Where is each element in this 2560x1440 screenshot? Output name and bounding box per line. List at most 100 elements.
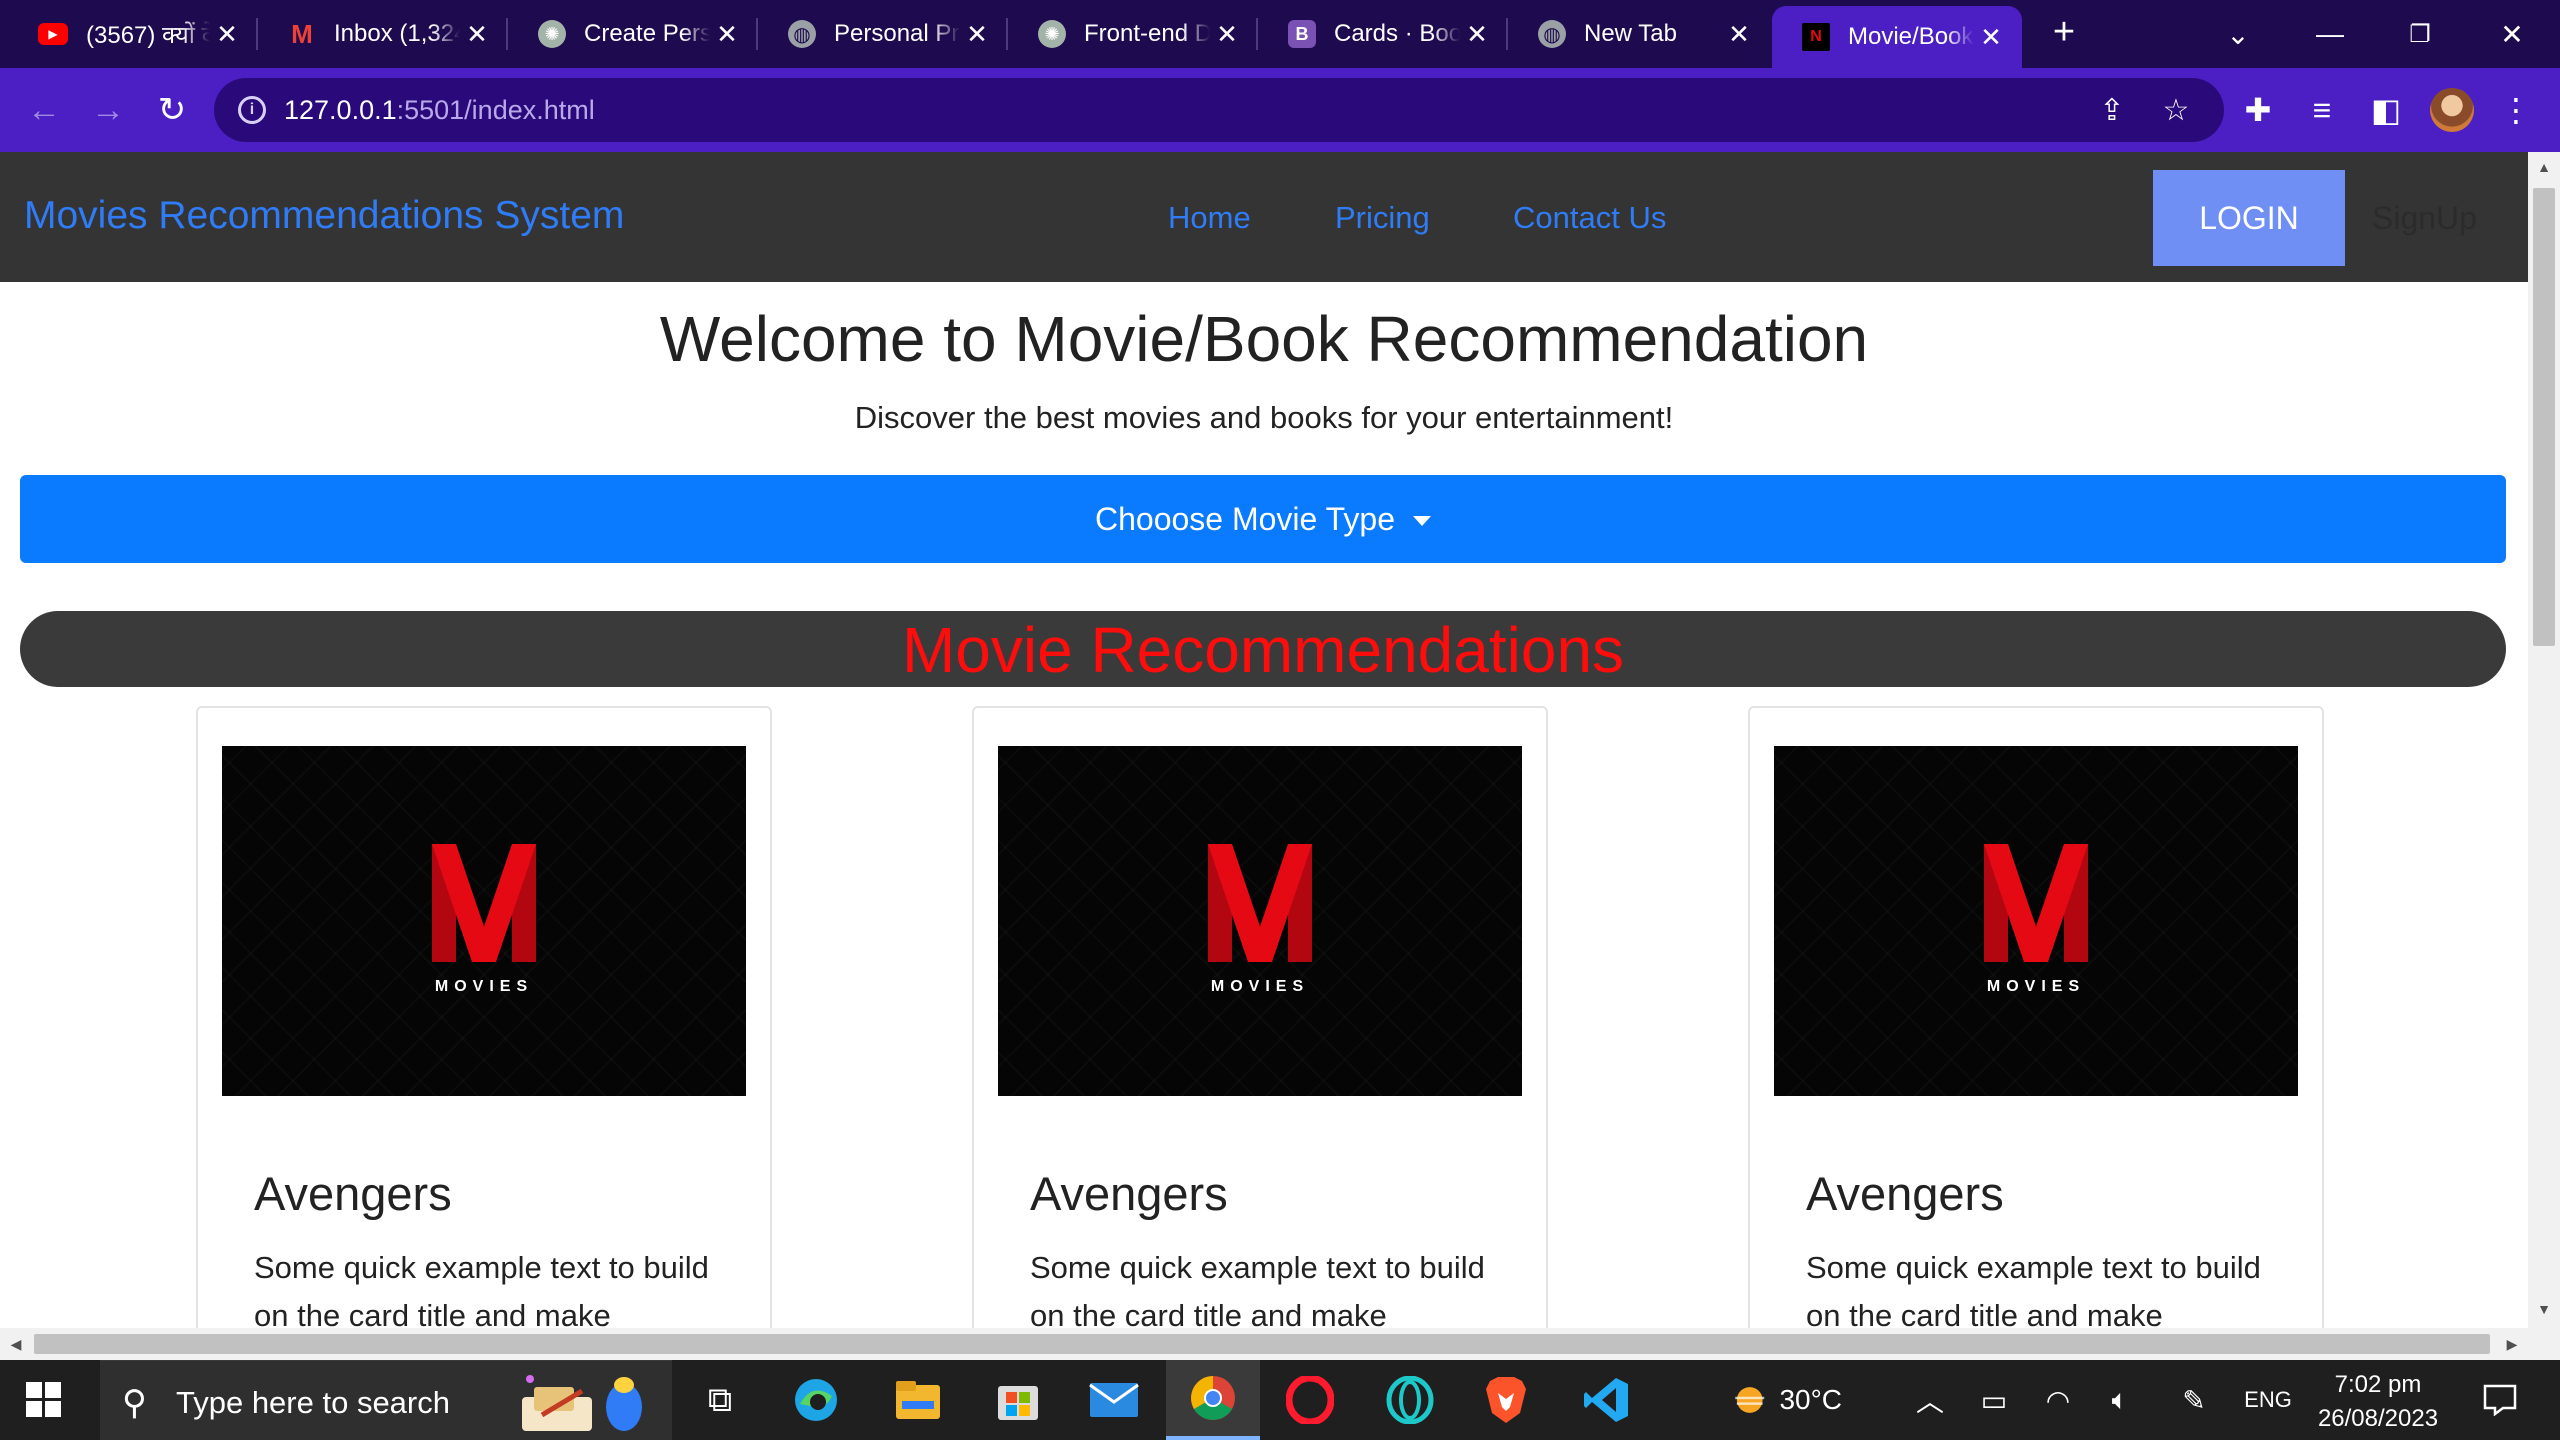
vertical-scroll-thumb[interactable] [2533,188,2555,646]
pen-icon[interactable]: ✎ [2172,1360,2216,1440]
browser-tab[interactable]: ✺ Front-end Dev ✕ [1008,6,1258,62]
nav-link-home[interactable]: Home [1168,200,1251,236]
close-window-button[interactable]: ✕ [2482,10,2542,58]
opera-browser-icon[interactable] [1284,1374,1336,1426]
mail-icon[interactable] [1088,1374,1140,1426]
back-arrow-icon[interactable]: ← [20,86,68,134]
reload-icon[interactable]: ↻ [148,86,196,134]
scroll-down-arrow-icon[interactable]: ▼ [2528,1294,2560,1324]
logo-text: MOVIES [434,978,534,995]
scroll-left-arrow-icon[interactable]: ◀ [0,1328,32,1360]
browser-tab[interactable]: ▶ (3567) क्यों दे ✕ [8,6,258,62]
netflix-icon: N [1802,23,1830,51]
battery-icon[interactable]: ▭ [1972,1360,2016,1440]
card-image: MOVIES [998,746,1522,1096]
search-placeholder: Type here to search [176,1385,450,1420]
tab-title: Personal Project [834,20,960,47]
close-tab-icon[interactable]: ✕ [460,17,494,51]
close-tab-icon[interactable]: ✕ [1460,17,1494,51]
nav-link-contact[interactable]: Contact Us [1513,200,1666,236]
signup-link[interactable]: SignUp [2372,200,2477,237]
browser-tab[interactable]: ◍ New Tab ✕ [1508,6,1770,62]
task-view-icon[interactable]: ⧉ [694,1374,746,1426]
browser-tab[interactable]: ✺ Create Personal ✕ [508,6,758,62]
page-subtitle: Discover the best movies and books for y… [854,400,1674,435]
sunny-weather-icon [1735,1387,1765,1413]
close-tab-icon[interactable]: ✕ [710,17,744,51]
logo-text: MOVIES [1210,978,1310,995]
browser-tab-strip: ▶ (3567) क्यों दे ✕ M Inbox (1,324 ✕ ✺ C… [0,0,2560,68]
movie-card: MOVIES Avengers Some quick example text … [196,706,772,1328]
microsoft-store-icon[interactable] [992,1374,1044,1426]
wifi-icon[interactable]: ◠ [2036,1360,2080,1440]
globe-icon: ◍ [1538,20,1566,48]
tab-title: New Tab [1584,20,1677,47]
share-icon[interactable]: ⇪ [2094,92,2130,128]
side-panel-icon[interactable]: ◧ [2364,88,2408,132]
taskbar-clock[interactable]: 7:02 pm 26/08/2023 [2308,1368,2448,1436]
login-button[interactable]: LOGIN [2153,170,2345,266]
browser-tab-active[interactable]: N Movie/Book ✕ [1772,6,2022,68]
notifications-icon[interactable] [2474,1360,2526,1440]
card-text: Some quick example text to build on the … [254,1250,709,1328]
input-language-indicator[interactable]: ENG [2240,1360,2296,1440]
movie-type-dropdown[interactable]: Chooose Movie Type [20,475,2506,563]
vscode-icon[interactable] [1580,1374,1632,1426]
bookmark-star-icon[interactable]: ☆ [2158,92,2194,128]
close-tab-icon[interactable]: ✕ [1210,17,1244,51]
address-bar[interactable]: i 127.0.0.1:5501/index.html ⇪ ☆ [214,78,2224,142]
weather-temperature: 30°C [1779,1384,1842,1415]
profile-avatar[interactable] [2430,88,2474,132]
weather-widget[interactable]: 30°C [1732,1360,1842,1440]
card-title: Avengers [254,1167,452,1220]
site-brand-link[interactable]: Movies Recommendations System [24,194,624,238]
globe-icon: ◍ [788,20,816,48]
scroll-right-arrow-icon[interactable]: ▶ [2496,1328,2528,1360]
url-host: 127.0.0.1 [284,95,397,125]
show-hidden-icons-chevron-icon[interactable]: ︿ [1910,1360,1950,1440]
opera-gx-browser-icon[interactable] [1384,1374,1436,1426]
menu-kebab-icon[interactable]: ⋮ [2494,88,2538,132]
reading-list-icon[interactable]: ≡ [2300,88,2344,132]
forward-arrow-icon[interactable]: → [84,86,132,134]
card-text: Some quick example text to build on the … [1806,1250,2261,1328]
chatgpt-icon: ✺ [1038,20,1066,48]
file-explorer-icon[interactable] [892,1374,944,1426]
tab-title: Inbox (1,324 [334,20,460,47]
tab-title: Front-end Dev [1084,20,1210,47]
close-tab-icon[interactable]: ✕ [960,17,994,51]
restore-button[interactable]: ❐ [2390,10,2450,58]
logo-text: MOVIES [1986,978,2086,995]
tab-title: Movie/Book [1848,23,1974,50]
volume-icon[interactable]: 🔈︎ [2098,1360,2142,1440]
close-tab-icon[interactable]: ✕ [1974,20,2008,54]
vertical-scrollbar[interactable]: ▲ ▼ [2528,152,2560,1360]
page-title: Welcome to Movie/Book Recommendation [659,303,1869,375]
clock-time: 7:02 pm [2334,1371,2422,1398]
browser-tab[interactable]: ◍ Personal Project ✕ [758,6,1008,62]
tab-search-chevron-icon[interactable]: ⌄ [2208,10,2268,58]
chrome-browser-icon[interactable] [1166,1360,1260,1440]
browser-tab[interactable]: B Cards · Bootstrap ✕ [1258,6,1508,62]
close-tab-icon[interactable]: ✕ [1722,17,1756,51]
section-banner: Movie Recommendations [20,611,2506,687]
edge-browser-icon[interactable] [790,1374,842,1426]
taskbar-search-box[interactable]: ⚲ Type here to search [100,1360,672,1440]
close-tab-icon[interactable]: ✕ [210,17,244,51]
site-info-icon[interactable]: i [238,96,266,124]
url-text[interactable]: 127.0.0.1:5501/index.html [284,95,595,126]
horizontal-scrollbar[interactable]: ◀ ▶ [0,1328,2528,1360]
windows-start-icon[interactable] [26,1382,62,1418]
url-path: :5501/index.html [396,95,595,125]
scroll-up-arrow-icon[interactable]: ▲ [2528,152,2560,182]
brave-browser-icon[interactable] [1480,1374,1532,1426]
browser-tab[interactable]: M Inbox (1,324 ✕ [258,6,508,62]
minimize-button[interactable]: — [2300,10,2360,58]
movies-logo-icon [1984,844,2088,962]
card-image: MOVIES [1774,746,2298,1096]
dropdown-label: Chooose Movie Type [1094,500,1396,537]
extensions-puzzle-icon[interactable]: ✚ [2236,88,2280,132]
new-tab-button[interactable]: + [2044,13,2084,54]
horizontal-scroll-thumb[interactable] [34,1334,2490,1354]
nav-link-pricing[interactable]: Pricing [1335,200,1430,236]
